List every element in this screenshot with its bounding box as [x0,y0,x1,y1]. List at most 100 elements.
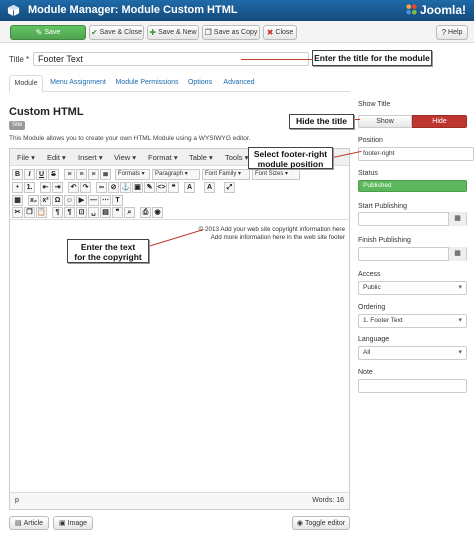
redo-icon[interactable]: ↷ [80,182,91,193]
menu-view-label: View [114,153,131,162]
menu-view[interactable]: View ▾ [114,153,136,162]
image-icon[interactable]: ▣ [132,182,143,193]
media-icon[interactable]: ▶ [76,195,87,206]
menu-edit[interactable]: Edit ▾ [47,153,66,162]
status-label: Status [358,170,378,177]
save-button-label: Save [44,29,61,36]
joomla-logo[interactable]: Joomla! [405,3,466,17]
ordering-select[interactable]: 1. Footer Text ▾ [358,314,467,328]
font-family-select[interactable]: Font Family ▾ [202,169,250,180]
cut-icon[interactable]: ✂ [12,207,23,218]
tab-module-permissions[interactable]: Module Permissions [113,75,181,92]
table-icon[interactable]: ▦ [12,195,23,206]
copy-text-icon[interactable]: ❐ [24,207,35,218]
menu-table[interactable]: Table ▾ [189,153,213,162]
tab-advanced[interactable]: Advanced [221,75,257,92]
menu-file[interactable]: File ▾ [17,153,35,162]
print-icon[interactable]: ⎙ [140,207,151,218]
save-copy-button[interactable]: ❐ Save as Copy [202,25,260,40]
calendar-icon[interactable]: ▦ [448,247,466,261]
module-description: This Module allows you to create your ow… [9,135,251,142]
tab-bar: Module Menu Assignment Module Permission… [9,75,350,93]
text-color-icon[interactable]: A [184,182,195,193]
article-button[interactable]: ▤ Article [9,516,49,530]
insert-date-icon[interactable]: ⊡ [76,207,87,218]
menu-insert[interactable]: Insert ▾ [78,153,103,162]
visual-blocks-icon[interactable]: ¶ [64,207,75,218]
toggle-editor-button[interactable]: ◉ Toggle editor [292,516,350,530]
close-icon: ✖ [266,27,274,37]
background-color-icon[interactable]: A [204,182,215,193]
menu-tools[interactable]: Tools ▾ [225,153,248,162]
align-right-icon[interactable]: ≡ [88,169,99,180]
quote-icon[interactable]: ❞ [112,207,123,218]
nonbreaking-icon[interactable]: ␣ [88,207,99,218]
position-select[interactable]: footer-right [358,147,474,161]
strikethrough-icon[interactable]: S [48,169,59,180]
tab-options[interactable]: Options [185,75,215,92]
cleanup-icon[interactable]: ✎ [144,182,155,193]
italic-icon[interactable]: I [24,169,35,180]
align-center-icon[interactable]: ≡ [76,169,87,180]
editor-content-area[interactable]: © 2013 Add your web site copyright infor… [10,219,349,492]
save-new-button[interactable]: ✚ Save & New [147,25,199,40]
eye-icon: ◉ [296,520,303,527]
link-icon[interactable]: ∞ [96,182,107,193]
align-justify-icon[interactable]: ≣ [100,169,111,180]
font-sizes-select-label: Font Sizes [255,171,284,177]
paragraph-select[interactable]: Paragraph ▾ [152,169,200,180]
plus-icon: ✚ [149,27,157,37]
align-left-icon[interactable]: ≡ [64,169,75,180]
show-option[interactable]: Show [358,115,412,128]
access-select[interactable]: Public ▾ [358,281,467,295]
bold-icon[interactable]: B [12,169,23,180]
joomla-logo-text: Joomla! [419,3,466,17]
outdent-icon[interactable]: ⇤ [40,182,51,193]
finish-publishing-input[interactable]: ▦ [358,247,467,261]
emoticons-icon[interactable]: ☺ [64,195,75,206]
note-label: Note [358,369,373,376]
close-button[interactable]: ✖ Close [263,25,297,40]
unlink-icon[interactable]: ⊘ [108,182,119,193]
menu-format[interactable]: Format ▾ [148,153,178,162]
paste-icon[interactable]: 📋 [36,207,47,218]
preview-icon[interactable]: ◉ [152,207,163,218]
hide-option[interactable]: Hide [412,115,467,128]
start-publishing-label: Start Publishing [358,203,408,210]
blockquote-icon[interactable]: ❝ [168,182,179,193]
template-icon[interactable]: ▤ [100,207,111,218]
anchor-icon[interactable]: ⚓ [120,182,131,193]
save-button[interactable]: ✎ Save [10,25,86,40]
code-icon[interactable]: <> [156,182,167,193]
note-input[interactable] [358,379,467,393]
save-close-button[interactable]: ✔ Save & Close [89,25,144,40]
undo-icon[interactable]: ↶ [68,182,79,193]
tab-module[interactable]: Module [9,75,43,93]
paragraph-mark-icon[interactable]: ¶ [52,207,63,218]
font-sizes-select[interactable]: Font Sizes ▾ [252,169,300,180]
page-break-icon[interactable]: ⋯ [100,195,111,206]
help-button[interactable]: ? Help [436,25,468,40]
superscript-icon[interactable]: x² [40,195,51,206]
element-path[interactable]: p [15,497,19,504]
search-replace-icon[interactable]: ⌕ [124,207,135,218]
numbered-list-icon[interactable]: 1. [24,182,35,193]
calendar-icon[interactable]: ▦ [448,212,466,226]
indent-icon[interactable]: ⇥ [52,182,63,193]
image-button[interactable]: ▣ Image [53,516,93,530]
subscript-icon[interactable]: x₂ [28,195,39,206]
underline-icon[interactable]: U [36,169,47,180]
start-publishing-input[interactable]: ▦ [358,212,467,226]
clear-formatting-icon[interactable]: T [112,195,123,206]
language-select[interactable]: All ▾ [358,346,467,360]
language-label: Language [358,336,390,343]
status-select[interactable]: Published [358,180,467,192]
fullscreen-icon[interactable]: ⤢ [224,182,235,193]
tab-menu-assignment[interactable]: Menu Assignment [47,75,109,92]
formats-select[interactable]: Formats ▾ [115,169,150,180]
bullet-list-icon[interactable]: • [12,182,23,193]
position-callout-line-2: module position [257,159,324,169]
horizontal-rule-icon[interactable]: — [88,195,99,206]
joomla-logo-icon [406,4,417,15]
special-character-icon[interactable]: Ω [52,195,63,206]
